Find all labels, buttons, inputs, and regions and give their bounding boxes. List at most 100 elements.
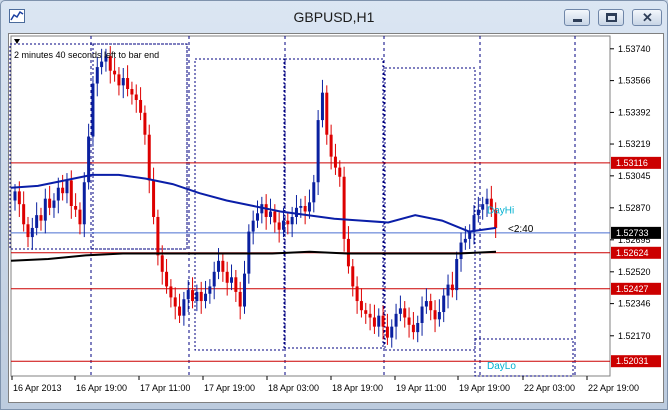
candle-body [243, 273, 247, 307]
price-chart[interactable]: DayHi DayLo <2:40 2 minutes 40 seconds left… [9, 34, 663, 402]
candle-body [277, 222, 281, 230]
close-button[interactable]: ✕ [632, 9, 662, 26]
candle-body [290, 216, 294, 225]
candle [420, 296, 424, 336]
x-tick-label: 17 Apr 19:00 [204, 383, 255, 393]
candle [481, 196, 485, 220]
candle [256, 200, 259, 228]
candle-body [113, 70, 117, 75]
candle-body [307, 202, 311, 212]
level-price-label: 1.53116 [616, 158, 648, 168]
candle [264, 194, 268, 230]
candle [52, 193, 56, 218]
candle-body [333, 156, 337, 168]
candle [156, 209, 160, 266]
collapse-triangle-icon [14, 39, 20, 44]
candle-body [273, 211, 277, 223]
candle [69, 170, 73, 219]
candle [459, 232, 463, 272]
minimize-button[interactable] [564, 9, 590, 26]
candle [251, 210, 255, 245]
candle [199, 281, 203, 314]
chart-window: GBPUSD,H1 ✕ DayHi DayLo <2:40 2 minutes 40 … [0, 0, 668, 410]
candle-body [117, 74, 121, 86]
candle [74, 193, 78, 217]
candle [268, 198, 272, 225]
candle-body [268, 211, 272, 217]
level-price-label: 1.52427 [616, 284, 649, 294]
candle [342, 166, 346, 252]
candle-body [455, 259, 459, 291]
candle [273, 204, 277, 233]
candle-body [182, 299, 186, 316]
day-range-box-1 [92, 43, 188, 250]
candle-body [446, 284, 450, 296]
candle [30, 217, 34, 250]
x-tick-label: 17 Apr 11:00 [140, 383, 190, 393]
candle [117, 67, 121, 96]
candle [95, 57, 99, 97]
candle-body [351, 266, 355, 287]
candle [355, 276, 359, 314]
candle [173, 287, 177, 320]
candle-body [195, 291, 199, 302]
candle [403, 301, 407, 328]
level-price-label: 1.52624 [616, 248, 649, 258]
candle [294, 195, 298, 225]
candle [147, 124, 151, 194]
candle [212, 261, 216, 300]
candle-body [398, 308, 402, 314]
candle [303, 195, 307, 225]
candle-body [39, 215, 43, 221]
candle [230, 264, 234, 291]
countdown-text: 2 minutes 40 seconds left to bar end [14, 50, 159, 60]
candle [359, 288, 363, 318]
candle [208, 279, 212, 304]
candle-body [338, 167, 342, 177]
candle-body [217, 260, 221, 272]
chart-area[interactable]: DayHi DayLo <2:40 2 minutes 40 seconds left… [8, 33, 664, 403]
candle [221, 253, 225, 282]
candle [316, 110, 320, 196]
candle-body [169, 286, 173, 298]
candle [191, 277, 195, 309]
candle [364, 302, 368, 324]
candle-body [420, 306, 424, 323]
candle [26, 216, 30, 248]
candle-body [459, 242, 463, 260]
candle-body [191, 290, 195, 302]
candle-body [481, 204, 485, 210]
candle-body [95, 67, 99, 84]
y-tick-label: 1.52170 [618, 331, 651, 341]
y-tick-label: 1.52870 [618, 203, 651, 213]
candle [368, 303, 372, 331]
candle [338, 160, 342, 187]
candle-body [186, 290, 190, 300]
candle [48, 185, 52, 216]
candle-body [17, 191, 21, 205]
candle [22, 191, 26, 232]
candle-body [256, 213, 259, 221]
x-tick-label: 19 Apr 11:00 [396, 383, 446, 393]
restore-button[interactable] [598, 9, 624, 26]
candle-body [143, 112, 147, 135]
candle [243, 260, 247, 314]
candle-body [199, 291, 203, 302]
candle-body [30, 227, 34, 238]
candle-body [221, 260, 225, 272]
title-bar[interactable]: GBPUSD,H1 ✕ [1, 1, 667, 33]
candle [78, 202, 82, 235]
candle [238, 281, 242, 320]
candle [385, 313, 389, 345]
day-range-box-3 [284, 58, 384, 349]
candle-body [299, 206, 303, 208]
candle [152, 167, 156, 225]
y-tick-label: 1.53392 [618, 107, 651, 117]
candle-body [312, 182, 316, 203]
candle [39, 207, 43, 231]
candle [312, 174, 316, 213]
candle [182, 291, 186, 326]
candle [325, 85, 329, 145]
candle [234, 269, 238, 302]
candle [139, 87, 143, 121]
